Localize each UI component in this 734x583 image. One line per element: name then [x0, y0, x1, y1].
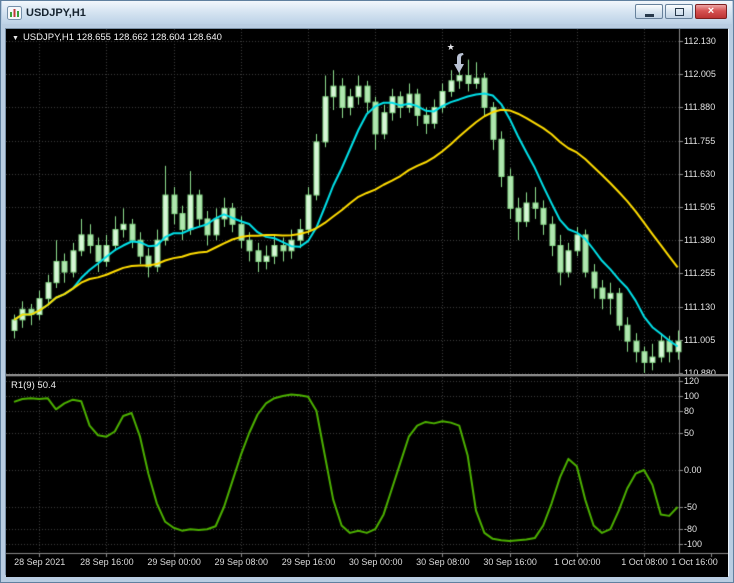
indicator-scale-label: 100 [684, 391, 700, 401]
mt4-chart-window: USDJPY,H1 × ▼ USDJPY,H1 128.655 128.662 1… [0, 0, 734, 583]
price-scale-label: 111.130 [684, 301, 716, 312]
window-controls: × [635, 4, 727, 19]
chart-overlay: ▼ USDJPY,H1 128.655 128.662 128.604 128.6… [6, 29, 728, 575]
sell-arrow-icon [454, 53, 465, 74]
minimize-button[interactable] [635, 4, 663, 19]
price-scale-label: 111.005 [684, 334, 716, 345]
app-icon[interactable] [7, 5, 22, 20]
time-axis-label: 30 Sep 00:00 [348, 557, 403, 567]
time-axis-label: 29 Sep 16:00 [281, 557, 336, 567]
price-scale-label: 111.755 [684, 135, 716, 146]
price-scale-label: 111.505 [684, 202, 716, 212]
legend-ohlc-values: 128.655 128.662 128.604 128.640 [76, 32, 222, 43]
time-axis-label: 30 Sep 08:00 [416, 557, 470, 567]
window-title: USDJPY,H1 [26, 6, 86, 19]
star-marker: ★ [446, 41, 455, 52]
price-scale-label: 112.130 [684, 36, 716, 46]
time-axis-label: 28 Sep 2021 [14, 557, 66, 567]
maximize-button[interactable] [665, 4, 693, 19]
panel-separator[interactable] [6, 374, 728, 377]
indicator-scale-label: 0.00 [684, 465, 702, 475]
indicator-scale[interactable]: 120 100 80 50 0.00 -50 -80 -100 [679, 376, 728, 553]
indicator-scale-label: 50 [684, 428, 695, 438]
minimize-icon [644, 13, 654, 17]
time-axis[interactable]: 28 Sep 2021 28 Sep 16:00 29 Sep 00:00 29 Se… [6, 554, 728, 576]
chart-legend: ▼ USDJPY,H1 128.655 128.662 128.604 128.6… [12, 32, 222, 43]
close-button[interactable]: × [695, 4, 727, 19]
indicator-scale-label: -100 [684, 539, 703, 549]
price-scale-label: 112.005 [684, 69, 716, 80]
indicator-legend: R1(9) 50.4 [11, 380, 56, 391]
price-scale-label: 111.630 [684, 168, 716, 179]
indicator-value: 50.4 [37, 380, 56, 391]
price-scale-label: 111.380 [684, 235, 716, 246]
price-scale[interactable]: 112.130 112.005 111.880 111.755 111.630 111.5… [679, 29, 728, 378]
legend-collapse-icon[interactable]: ▼ [12, 35, 19, 42]
time-axis-label: 1 Oct 00:00 [554, 557, 601, 567]
indicator-scale-label: -80 [684, 524, 698, 535]
price-scale-label: 111.255 [684, 268, 716, 279]
chart-client-area: ▼ USDJPY,H1 128.655 128.662 128.604 128.6… [5, 28, 729, 577]
indicator-scale-label: -50 [684, 502, 698, 512]
titlebar[interactable]: USDJPY,H1 × [2, 1, 732, 24]
indicator-scale-label: 80 [684, 405, 695, 416]
time-axis-label: 1 Oct 16:00 [671, 557, 718, 567]
time-axis-label: 30 Sep 16:00 [483, 557, 537, 567]
price-scale-label: 111.880 [684, 102, 716, 113]
time-axis-label: 29 Sep 00:00 [147, 557, 201, 567]
time-axis-label: 29 Sep 08:00 [214, 557, 269, 567]
time-axis-label: 28 Sep 16:00 [80, 557, 134, 567]
indicator-scale-label: 120 [684, 376, 700, 387]
close-icon: × [707, 5, 715, 17]
indicator-name: R1(9) [11, 380, 35, 391]
maximize-icon [674, 7, 684, 16]
legend-symbol: USDJPY,H1 [22, 32, 74, 43]
